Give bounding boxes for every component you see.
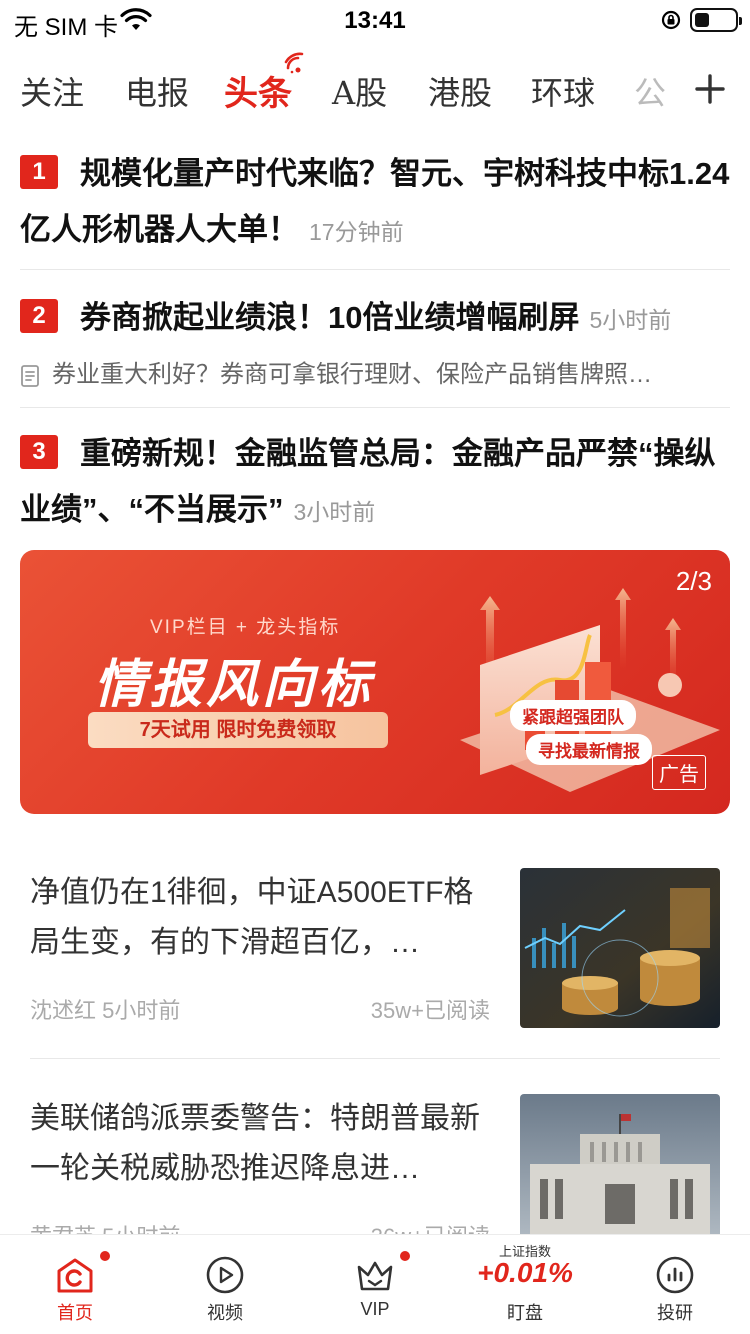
nav-research-label: 投研 xyxy=(657,1303,693,1323)
nav-vip[interactable]: VIP xyxy=(300,1235,450,1334)
divider xyxy=(20,407,730,408)
live-signal-icon xyxy=(284,52,304,74)
banner-tag: 寻找最新情报 xyxy=(526,734,652,765)
article-thumbnail xyxy=(520,868,720,1028)
trial-button[interactable]: 7天试用 限时免费领取 xyxy=(88,712,388,748)
hot-title: 券商掀起业绩浪！10倍业绩增幅刷屏 xyxy=(80,300,580,335)
hot-time: 17分钟前 xyxy=(309,219,404,245)
coins-chart-image xyxy=(520,868,720,1028)
article-reads: 35w+已阅读 xyxy=(370,998,490,1023)
banner-tag: 紧跟超强团队 xyxy=(510,700,636,731)
channel-tabs: 关注 电报 头条 A股 港股 环球 公 xyxy=(0,52,750,120)
ad-label: 广告 xyxy=(652,755,706,790)
status-bar: 无 SIM 卡 13:41 xyxy=(0,0,750,41)
nav-market[interactable]: 上证指数 +0.01% 盯盘 xyxy=(450,1235,600,1334)
tab-follow[interactable]: 关注 xyxy=(20,68,84,114)
hot-list-item[interactable]: 1 规模化量产时代来临？智元、宇树科技中标1.24亿人形机器人大单！ 17分钟前 xyxy=(20,146,730,260)
tab-global[interactable]: 环球 xyxy=(531,68,595,114)
crown-icon xyxy=(357,1261,393,1291)
slide-counter: 2/3 xyxy=(675,566,712,596)
fed-building-image xyxy=(520,1094,720,1254)
battery-icon xyxy=(690,8,742,32)
hot-time: 5小时前 xyxy=(589,307,672,333)
nav-home-label: 首页 xyxy=(57,1303,93,1323)
divider xyxy=(30,1058,720,1059)
nav-video[interactable]: 视频 xyxy=(150,1235,300,1334)
banner-kicker: VIP栏目 + 龙头指标 xyxy=(150,617,341,638)
notification-dot xyxy=(98,1249,112,1263)
article-time: 5小时前 xyxy=(102,998,181,1023)
nav-video-label: 视频 xyxy=(207,1303,243,1323)
tab-headlines[interactable]: 头条 xyxy=(224,66,292,115)
article-title: 净值仍在1徘徊，中证A500ETF格局生变，有的下滑超百亿，… xyxy=(30,876,474,959)
rank-badge: 3 xyxy=(20,434,58,469)
play-icon xyxy=(206,1256,244,1294)
nav-research[interactable]: 投研 xyxy=(600,1235,750,1334)
tab-telegraph[interactable]: 电报 xyxy=(125,68,189,114)
nav-home[interactable]: 首页 xyxy=(0,1235,150,1334)
rank-badge: 2 xyxy=(20,298,58,333)
hot-time: 3小时前 xyxy=(293,499,376,525)
rank-badge: 1 xyxy=(20,154,58,189)
clock: 13:41 xyxy=(344,7,406,34)
add-channel-icon[interactable] xyxy=(692,66,728,110)
home-icon xyxy=(57,1258,93,1293)
article-meta: 沈述红 5小时前 35w+已阅读 xyxy=(30,993,490,1025)
document-icon xyxy=(21,364,39,387)
article-thumbnail xyxy=(520,1094,720,1254)
index-value: +0.01% xyxy=(477,1257,573,1288)
notification-dot xyxy=(398,1249,412,1263)
tab-a-shares[interactable]: A股 xyxy=(332,68,387,114)
bar-chart-icon xyxy=(656,1256,694,1294)
hot-list-item[interactable]: 3 重磅新规！金融监管总局：金融产品严禁“操纵业绩”、“不当展示” 3小时前 xyxy=(20,426,730,540)
article-title: 美联储鸽派票委警告：特朗普最新一轮关税威胁恐推迟降息进… xyxy=(30,1102,480,1185)
divider xyxy=(20,269,730,270)
nav-market-label: 盯盘 xyxy=(507,1303,543,1323)
promo-banner[interactable]: 2/3 VIP栏目 + 龙头指标 情报风向标 7天试用 限时免费领取 紧跟超强团… xyxy=(20,550,730,814)
bottom-nav: 首页 视频 VIP 上证指数 +0.01% 盯盘 投研 xyxy=(0,1234,750,1334)
article-card[interactable]: 净值仍在1徘徊，中证A500ETF格局生变，有的下滑超百亿，… 沈述红 5小时前… xyxy=(30,868,720,1058)
rotation-lock-icon xyxy=(661,10,681,30)
nav-vip-label: VIP xyxy=(360,1299,390,1319)
tab-announcements[interactable]: 公 xyxy=(634,68,666,114)
banner-headline: 情报风向标 xyxy=(94,656,375,714)
tab-hk-shares[interactable]: 港股 xyxy=(428,68,492,114)
hot-list-item[interactable]: 2 券商掀起业绩浪！10倍业绩增幅刷屏 5小时前 券业重大利好？券商可拿银行理财、保… xyxy=(20,290,730,389)
article-author: 沈述红 xyxy=(30,998,97,1023)
hot-subtitle: 券业重大利好？券商可拿银行理财、保险产品销售牌照… xyxy=(20,354,730,389)
